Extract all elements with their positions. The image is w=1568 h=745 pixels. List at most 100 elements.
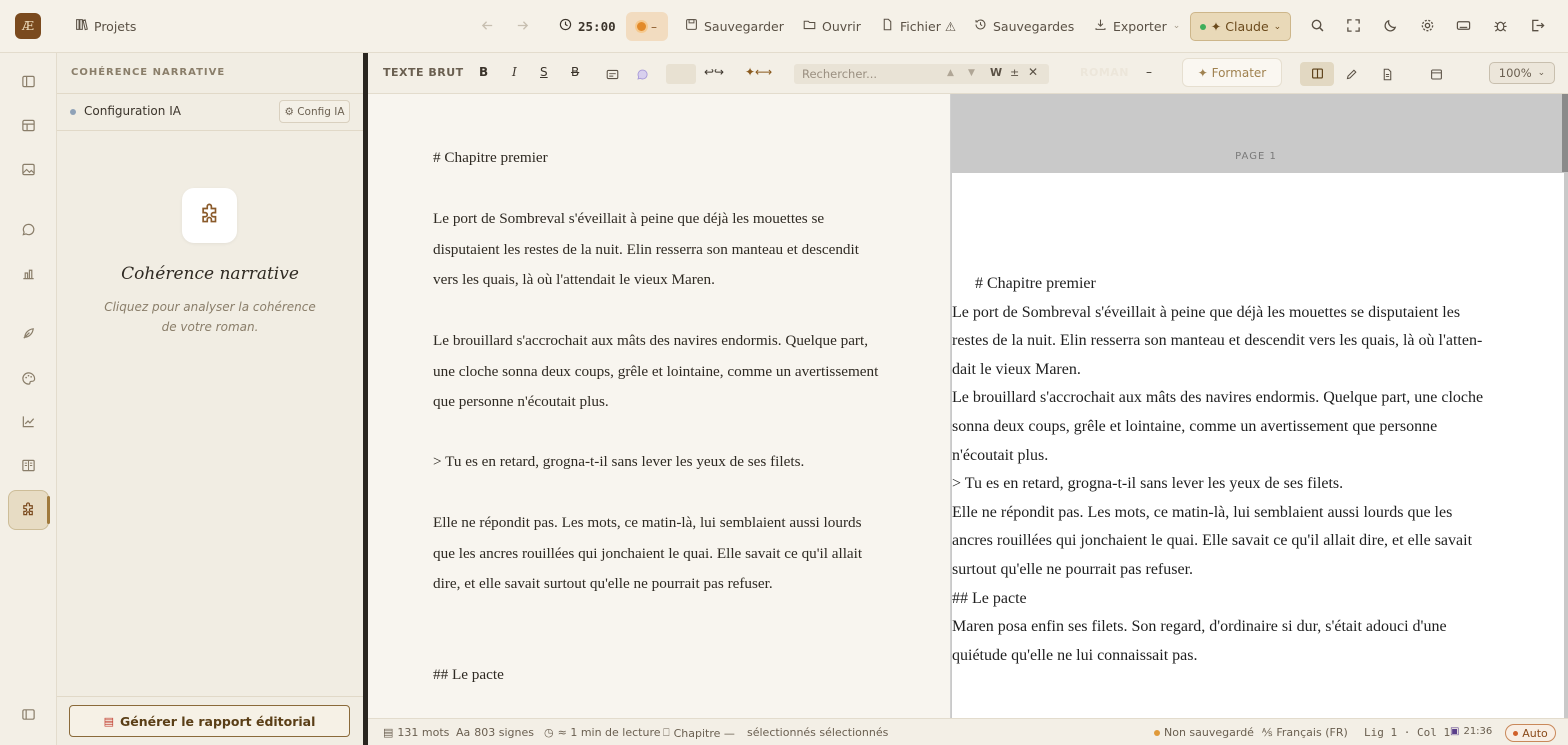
- close-icon[interactable]: ✕: [1028, 65, 1038, 79]
- projects-button[interactable]: Projets: [75, 15, 136, 37]
- editor-paragraph: Elle ne répondit pas. Les mots, ce matin…: [433, 514, 863, 592]
- search-icon[interactable]: [1310, 18, 1325, 33]
- strikethrough-button[interactable]: B: [571, 65, 579, 79]
- generate-report-button[interactable]: ▤ Générer le rapport éditorial: [69, 705, 350, 737]
- clock-icon: ◷: [544, 726, 554, 739]
- format-button[interactable]: ✦ Formater: [1182, 58, 1282, 87]
- panel-title: COHÉRENCE NARRATIVE: [71, 67, 226, 78]
- bookmark-icon: ⎕: [663, 726, 670, 739]
- folder-icon: [803, 18, 816, 34]
- divider: [57, 696, 363, 697]
- italic-button[interactable]: I: [512, 65, 517, 79]
- zoom-select[interactable]: 100% ⌄: [1489, 62, 1555, 84]
- whole-word-toggle[interactable]: W: [990, 66, 1002, 79]
- preview-line: Elle ne répondit pas. Les mots, ce matin…: [952, 504, 1453, 521]
- timer-button[interactable]: 25:00: [559, 15, 616, 37]
- code-block-icon[interactable]: [606, 66, 621, 81]
- board-icon[interactable]: [21, 118, 36, 133]
- open-label: Ouvrir: [822, 18, 861, 34]
- split-view-button[interactable]: [1300, 62, 1334, 86]
- fullscreen-icon[interactable]: [1346, 18, 1361, 33]
- preview-heading: # Chapitre premier: [975, 275, 1096, 292]
- chevron-down-icon: ⌄: [1273, 21, 1282, 32]
- book-icon[interactable]: [21, 458, 36, 473]
- export-label: Exporter: [1113, 18, 1167, 34]
- preview-line: > Tu es en retard, grogna-t-il sans leve…: [952, 475, 1344, 492]
- text-editor[interactable]: # Chapitre premier Le port de Sombreval …: [368, 94, 950, 718]
- chat-icon[interactable]: [21, 222, 36, 237]
- analyze-coherence-button[interactable]: [182, 188, 237, 243]
- pencil-icon[interactable]: [1345, 66, 1360, 81]
- save-button[interactable]: Sauvegarder: [685, 15, 784, 37]
- save-icon: ▣: [1450, 726, 1460, 737]
- editor-paragraph: Le brouillard s'accrochait aux mâts des …: [433, 332, 879, 410]
- language-selector[interactable]: ⅍ Français (FR): [1262, 726, 1348, 739]
- autosave-toggle[interactable]: Auto: [1505, 724, 1556, 742]
- document-icon: ▤: [383, 726, 394, 739]
- sign-count: Aa 803 signes: [456, 726, 534, 739]
- app-logo[interactable]: Æ: [15, 13, 41, 39]
- document-icon[interactable]: [1381, 66, 1396, 81]
- file-button[interactable]: Fichier ⚠: [881, 15, 956, 37]
- image-icon[interactable]: [21, 162, 36, 177]
- empty-state-title: Cohérence narrative: [121, 264, 299, 284]
- moon-icon[interactable]: [1383, 18, 1398, 33]
- config-status-dot: [70, 109, 76, 115]
- bug-icon[interactable]: [1493, 18, 1508, 33]
- save-icon: [685, 18, 698, 34]
- mode-label[interactable]: TEXTE BRUT: [383, 66, 464, 79]
- ai-model-selector[interactable]: ✦ Claude ⌄: [1190, 12, 1291, 41]
- backups-button[interactable]: Sauvegardes: [974, 15, 1074, 37]
- download-icon: [1094, 18, 1107, 34]
- bold-button[interactable]: B: [479, 65, 488, 79]
- expand-icon[interactable]: ✦⟷: [745, 65, 772, 79]
- status-bar: ▤ 131 mots Aa 803 signes ◷ ≈ 1 min de le…: [368, 718, 1568, 745]
- preview-line: n'écoutait plus.: [952, 447, 1049, 464]
- palette-icon[interactable]: [21, 371, 36, 386]
- genre-label: ROMAN: [1080, 66, 1129, 79]
- replace-toggle[interactable]: ±: [1010, 66, 1019, 79]
- line-chart-icon[interactable]: [21, 414, 36, 429]
- save-label: Sauvegarder: [704, 18, 784, 34]
- collapse-sidebar-icon[interactable]: [21, 707, 36, 722]
- bar-chart-icon[interactable]: [21, 266, 36, 281]
- search-next-icon[interactable]: ▼: [968, 68, 975, 78]
- keyboard-icon[interactable]: [1456, 18, 1471, 33]
- file-label: Fichier ⚠: [900, 18, 957, 34]
- pomodoro-status-button[interactable]: –: [626, 12, 668, 41]
- sidebar-panel-icon[interactable]: [21, 74, 36, 89]
- reading-time: ◷ ≈ 1 min de lecture: [544, 726, 661, 739]
- preview-line: ancres rouillées qui jonchaient le quai.…: [952, 532, 1473, 549]
- logout-icon[interactable]: [1530, 18, 1545, 33]
- comment-icon[interactable]: [636, 66, 651, 81]
- generate-report-label: Générer le rapport éditorial: [120, 713, 316, 729]
- divider: [57, 130, 363, 131]
- chapter-indicator: ⎕ Chapitre —: [663, 726, 735, 740]
- underline-button[interactable]: S: [540, 65, 548, 79]
- divider: [57, 93, 363, 94]
- editor-blockquote: > Tu es en retard, grogna-t-il sans leve…: [433, 453, 805, 470]
- config-ia-button[interactable]: ⚙ Config IA: [279, 100, 350, 123]
- undo-icon[interactable]: [480, 18, 495, 33]
- wrap-icon[interactable]: ↩↪: [704, 65, 724, 79]
- chevron-down-icon: ⌄: [1537, 68, 1546, 78]
- feather-icon[interactable]: [21, 326, 36, 341]
- open-button[interactable]: Ouvrir: [803, 15, 861, 37]
- preview-line: Le brouillard s'accrochait aux mâts des …: [952, 389, 1484, 406]
- gear-icon[interactable]: [1420, 18, 1435, 33]
- columns-icon: [1311, 65, 1324, 84]
- redo-icon[interactable]: [515, 18, 530, 33]
- projects-label: Projets: [94, 18, 137, 34]
- export-button[interactable]: Exporter ⌄: [1094, 15, 1180, 37]
- preview-line: sonna deux coups, grêle et lointaine, co…: [952, 418, 1438, 435]
- empty-state-subtitle: Cliquez pour analyser la cohérence de vo…: [104, 300, 316, 334]
- preview-scrollbar[interactable]: [1562, 94, 1568, 172]
- active-indicator: [47, 496, 50, 524]
- highlight-swatch[interactable]: [666, 64, 696, 84]
- chapter-value: Chapitre —: [673, 726, 735, 740]
- preview-line: ## Le pacte: [952, 590, 1027, 607]
- page-layout-icon[interactable]: [1430, 66, 1445, 81]
- books-icon: [75, 18, 88, 34]
- search-prev-icon[interactable]: ▲: [947, 68, 954, 78]
- word-count-value: 131 mots: [397, 726, 450, 739]
